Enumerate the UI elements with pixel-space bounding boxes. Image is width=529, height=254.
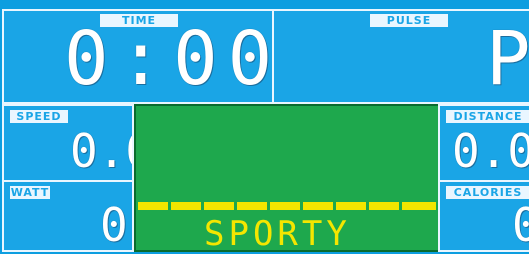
distance-label: DISTANCE: [446, 110, 529, 123]
pulse-panel: PULSE P: [272, 9, 529, 104]
pulse-value: P: [486, 16, 529, 102]
speed-label: SPEED: [10, 110, 68, 123]
progress-segment: [171, 202, 201, 210]
time-value: 0:00: [64, 16, 274, 102]
calories-panel: CALORIES 0: [438, 180, 529, 252]
progress-segment: [336, 202, 366, 210]
time-panel: TIME 0:00: [2, 9, 274, 104]
watt-panel: WATT 0: [2, 180, 134, 252]
progress-segment: [303, 202, 333, 210]
calories-value: 0: [512, 202, 529, 248]
progress-segment: [204, 202, 234, 210]
distance-value: 0.00: [452, 124, 529, 178]
speed-value: 0.0: [70, 124, 132, 178]
program-name: SPORTY: [204, 214, 351, 254]
watt-label: WATT: [10, 186, 50, 199]
progress-segment: [270, 202, 300, 210]
pulse-label: PULSE: [370, 14, 448, 27]
program-display: SPORTY: [134, 104, 440, 254]
distance-panel: DISTANCE 0.00: [438, 104, 529, 182]
progress-segment: [402, 202, 436, 210]
watt-value: 0: [100, 198, 128, 252]
progress-segment: [138, 202, 168, 210]
progress-segment: [237, 202, 267, 210]
progress-segment: [369, 202, 399, 210]
speed-panel: SPEED 0.0: [2, 104, 134, 182]
